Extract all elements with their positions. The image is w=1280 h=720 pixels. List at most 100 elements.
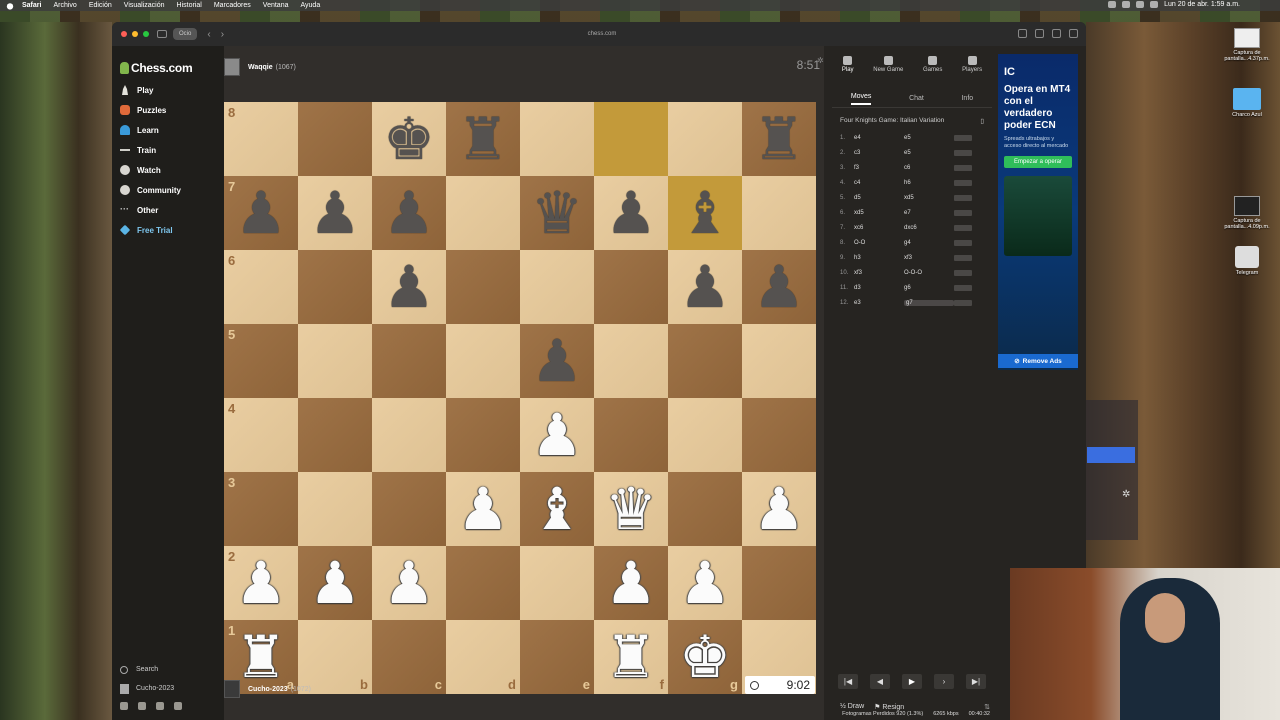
board-square-g7[interactable]: ♝ [668,176,742,250]
tab-group-button[interactable]: Ocio [173,28,198,40]
desktop-file[interactable]: Captura de pantalla...4.09p.m. [1222,196,1272,230]
menu-item[interactable]: Marcadores [214,2,251,9]
black-pawn-icon[interactable]: ♟ [235,184,287,242]
wifi-icon[interactable] [1136,1,1145,8]
board-square-c5[interactable] [372,324,446,398]
board-square-h3[interactable]: ♟ [742,472,816,546]
board-square-d5[interactable] [446,324,520,398]
tab-new-game[interactable]: New Game [873,56,903,90]
black-move[interactable]: dxc6 [904,225,954,231]
previous-move-button[interactable]: ◀ [870,674,890,689]
black-queen-icon[interactable]: ♛ [531,184,583,242]
top-player-avatar[interactable] [224,58,240,76]
black-move[interactable]: g4 [904,240,954,246]
board-square-e3[interactable]: ♝ [520,472,594,546]
white-move[interactable]: xf3 [854,270,904,276]
black-move[interactable]: e7 [904,210,954,216]
advertisement[interactable]: IC Opera en MT4 con el verdadero poder E… [998,54,1078,370]
messages-icon[interactable] [138,702,146,710]
board-square-h4[interactable] [742,398,816,472]
sidebar-item-free-trial[interactable]: Free Trial [112,220,224,240]
board-square-g2[interactable]: ♟ [668,546,742,620]
board-square-b3[interactable] [298,472,372,546]
board-square-e6[interactable] [520,250,594,324]
board-square-f6[interactable] [594,250,668,324]
board-square-f4[interactable] [594,398,668,472]
menu-item[interactable]: Visualización [124,2,165,9]
settings-icon[interactable] [174,702,182,710]
white-move[interactable]: h3 [854,255,904,261]
board-square-c3[interactable] [372,472,446,546]
white-move[interactable]: d3 [854,285,904,291]
board-square-a4[interactable]: 4 [224,398,298,472]
forward-arrow-icon[interactable]: › [221,29,224,40]
chess-logo[interactable]: Chess.com [112,46,224,80]
white-pawn-icon[interactable]: ♟ [235,554,287,612]
tab-play[interactable]: Play [842,56,854,90]
chess-board[interactable]: 8 ♚ ♜ ♜ 7 ♟ ♟ ♟ ♛ ♟ ♝ 6 ♟ ♟ ♟ 5 ♟ 4 ♟ 3 ♟ ♝ ♛ ♟ 2 ♟ ♟ ♟ ♟ ♟ 1 a ♜ b c d e f ♜ g… [224,102,816,694]
black-move[interactable]: xf3 [904,255,954,261]
opening-name[interactable]: Four Knights Game: Italian Variation [840,117,944,125]
battery-icon[interactable] [1150,1,1159,8]
zoom-window-button[interactable] [143,31,149,37]
board-square-b5[interactable] [298,324,372,398]
desktop-file[interactable]: Captura de pantalla...4.37p.m. [1222,28,1272,62]
board-square-b8[interactable] [298,102,372,176]
board-square-h7[interactable] [742,176,816,250]
black-pawn-icon[interactable]: ♟ [753,258,805,316]
board-square-d7[interactable] [446,176,520,250]
top-player-name[interactable]: Waqqie [248,64,273,71]
bottom-player-avatar[interactable] [224,680,240,698]
board-settings-icon[interactable]: ✲ [817,56,824,65]
black-move[interactable]: e5 [904,135,954,141]
board-square-e2[interactable] [520,546,594,620]
board-square-f5[interactable] [594,324,668,398]
black-move[interactable]: xd5 [904,195,954,201]
board-square-f2[interactable]: ♟ [594,546,668,620]
white-bishop-icon[interactable]: ♝ [531,480,583,538]
subtab-info[interactable]: Info [961,95,973,102]
tab-games[interactable]: Games [923,56,942,90]
board-square-h2[interactable] [742,546,816,620]
sidebar-toggle-icon[interactable] [157,30,167,38]
white-move[interactable]: O-O [854,240,904,246]
first-move-button[interactable]: |◀ [838,674,858,689]
notifications-icon[interactable] [156,702,164,710]
friends-icon[interactable] [120,702,128,710]
subtab-chat[interactable]: Chat [909,95,924,102]
white-move[interactable]: c3 [854,150,904,156]
play-button[interactable]: ▶ [902,674,922,689]
board-square-g5[interactable] [668,324,742,398]
board-square-a2[interactable]: 2 ♟ [224,546,298,620]
sidebar-item-community[interactable]: Community [112,180,224,200]
floating-panel-bar[interactable] [1087,447,1135,463]
white-move[interactable]: xc6 [854,225,904,231]
board-square-b6[interactable] [298,250,372,324]
black-move[interactable]: e5 [904,150,954,156]
black-move[interactable]: h6 [904,180,954,186]
menu-item[interactable]: Historial [177,2,202,9]
next-move-button[interactable]: › [934,674,954,689]
apple-icon[interactable] [6,2,14,10]
board-square-e8[interactable] [520,102,594,176]
black-king-icon[interactable]: ♚ [383,110,435,168]
bottom-player-name[interactable]: Cucho-2023 [248,686,288,693]
board-square-d8[interactable]: ♜ [446,102,520,176]
black-rook-icon[interactable]: ♜ [753,110,805,168]
board-square-h6[interactable]: ♟ [742,250,816,324]
white-pawn-icon[interactable]: ♟ [753,480,805,538]
white-move[interactable]: c4 [854,180,904,186]
board-square-c6[interactable]: ♟ [372,250,446,324]
board-square-d6[interactable] [446,250,520,324]
desktop-app[interactable]: Telegram [1222,246,1272,276]
tab-overview-icon[interactable] [1069,29,1078,38]
white-move[interactable]: d5 [854,195,904,201]
black-pawn-icon[interactable]: ♟ [531,332,583,390]
white-move[interactable]: f3 [854,165,904,171]
menu-app[interactable]: Safari [22,2,41,9]
board-square-f7[interactable]: ♟ [594,176,668,250]
white-pawn-icon[interactable]: ♟ [383,554,435,612]
black-bishop-icon[interactable]: ♝ [679,184,731,242]
black-pawn-icon[interactable]: ♟ [605,184,657,242]
black-pawn-icon[interactable]: ♟ [383,258,435,316]
